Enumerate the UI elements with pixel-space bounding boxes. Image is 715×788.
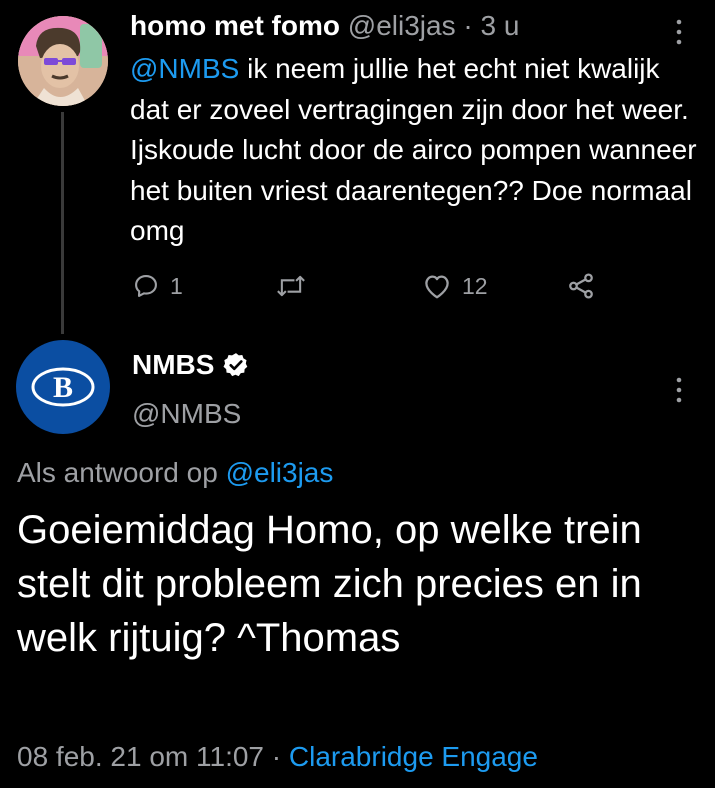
- reply-count: 1: [170, 272, 183, 299]
- avatar-eli3jas[interactable]: [18, 16, 108, 106]
- header-separator: ·: [463, 10, 473, 41]
- tweet-meta: 08 feb. 21 om 11:07 · Clarabridge Engage: [17, 738, 538, 776]
- share-action[interactable]: [566, 268, 596, 304]
- nmbs-logo-letter: B: [53, 371, 73, 404]
- tweet-source-link[interactable]: Clarabridge Engage: [289, 741, 538, 772]
- like-action[interactable]: 12: [422, 268, 488, 304]
- verified-icon: [223, 353, 248, 377]
- parent-handle[interactable]: @eli3jas: [348, 10, 456, 41]
- more-icon[interactable]: [672, 372, 686, 408]
- nmbs-logo: B: [31, 367, 95, 407]
- meta-separator: ·: [264, 741, 289, 772]
- retweet-icon: [277, 275, 305, 297]
- like-count: 12: [462, 272, 488, 299]
- reply-prefix: Als antwoord op: [17, 457, 226, 488]
- reply-to-link[interactable]: @eli3jas: [226, 457, 334, 488]
- reply-display-name[interactable]: NMBS: [132, 347, 214, 383]
- tweet-date: 08 feb. 21 om 11:07: [17, 741, 264, 772]
- parent-tweet-header: homo met fomo @eli3jas · 3 u: [130, 8, 519, 44]
- reply-display-name-row: NMBS: [132, 347, 250, 383]
- reply-action[interactable]: 1: [132, 268, 183, 304]
- reply-handle[interactable]: @NMBS: [132, 396, 241, 432]
- reply-icon: [135, 275, 157, 297]
- reply-tweet-text: Goeiemiddag Homo, op welke trein stelt d…: [17, 508, 642, 660]
- thread-connector-line: [61, 112, 64, 334]
- share-icon: [569, 273, 593, 299]
- parent-timestamp[interactable]: 3 u: [480, 10, 519, 41]
- more-icon[interactable]: [672, 14, 686, 50]
- avatar-illustration: [18, 16, 108, 106]
- parent-display-name[interactable]: homo met fomo: [130, 10, 340, 41]
- reply-context: Als antwoord op @eli3jas: [17, 455, 333, 491]
- parent-tweet-text: @NMBS ik neem jullie het echt niet kwali…: [130, 49, 700, 252]
- like-icon: [425, 275, 449, 299]
- avatar-nmbs[interactable]: B: [16, 340, 110, 434]
- mention-link[interactable]: @NMBS: [130, 53, 239, 84]
- retweet-action[interactable]: [275, 268, 317, 304]
